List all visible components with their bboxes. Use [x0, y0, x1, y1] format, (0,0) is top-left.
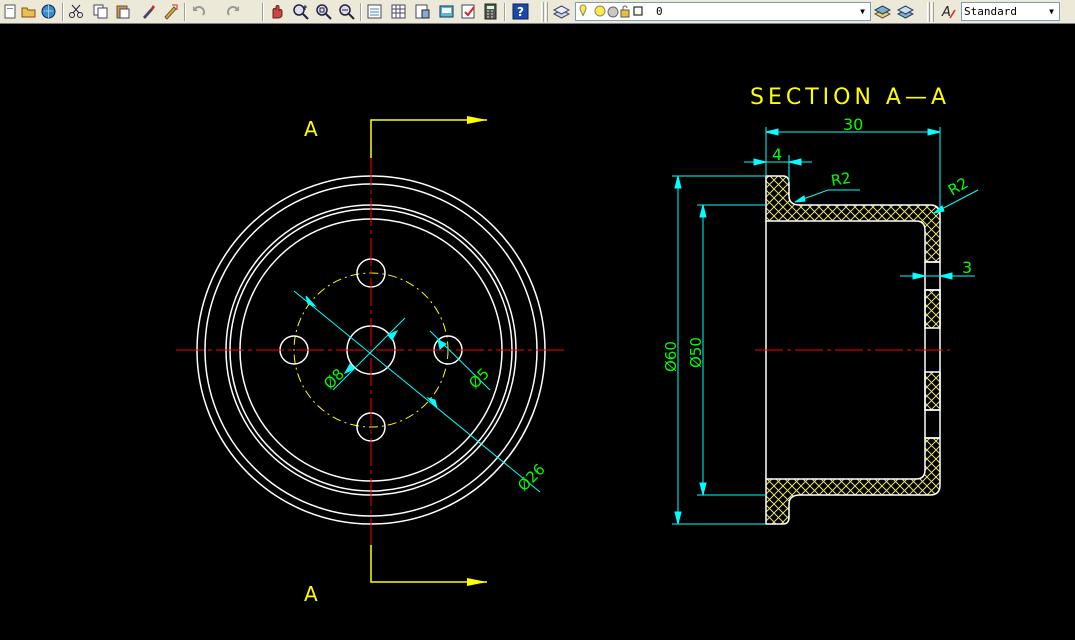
- section-arrow-top: [467, 116, 487, 124]
- dimension-text-dia8: Ø8: [320, 365, 348, 393]
- toolbar-grip[interactable]: [931, 2, 934, 22]
- svg-text:?: ?: [517, 5, 524, 19]
- toolbar-separator: [360, 3, 362, 21]
- toolbar-separator: [262, 3, 264, 21]
- toolbar-grip[interactable]: [541, 2, 544, 22]
- front-view: Ø8 Ø5 Ø26 A A: [176, 116, 566, 606]
- pan-icon[interactable]: [268, 3, 285, 20]
- section-cutting-line: [370, 119, 487, 583]
- help-icon[interactable]: ?: [512, 3, 529, 20]
- dimension-text-len30: 30: [843, 115, 863, 134]
- design-center-icon[interactable]: [390, 3, 407, 20]
- standard-toolbar: ? 0 ▼ A Standard ▼: [0, 0, 1075, 24]
- dimension-text-dia5: Ø5: [465, 364, 493, 392]
- match-properties-icon[interactable]: [140, 3, 157, 20]
- section-label-top: A: [304, 117, 318, 141]
- chevron-down-icon[interactable]: ▼: [855, 3, 870, 20]
- section-hatch-bolt[interactable]: [924, 289, 941, 329]
- save-icon[interactable]: [40, 3, 57, 20]
- toolbar-grip[interactable]: [927, 2, 930, 22]
- cut-icon[interactable]: [68, 3, 85, 20]
- zoom-previous-icon[interactable]: [338, 3, 355, 20]
- section-label-bottom: A: [304, 582, 318, 606]
- layer-state-icons: [579, 4, 643, 18]
- tool-palettes-icon[interactable]: [414, 3, 431, 20]
- section-view: SECTION A—A 30 4 R2 R2 3 Ø60 Ø50: [662, 85, 979, 525]
- dimension-text-len4: 4: [772, 145, 782, 164]
- redo-icon[interactable]: [225, 3, 242, 20]
- section-hatch-bottom[interactable]: [765, 437, 941, 525]
- chevron-down-icon[interactable]: ▼: [1044, 3, 1059, 20]
- quickcalc-icon[interactable]: [482, 3, 499, 20]
- text-style-dropdown[interactable]: Standard ▼: [961, 2, 1060, 21]
- section-title: SECTION A—A: [750, 85, 950, 110]
- sheet-set-icon[interactable]: [438, 3, 455, 20]
- section-arrow-bottom: [467, 578, 487, 586]
- dimension-text-dia50: Ø50: [687, 337, 705, 368]
- qnew-icon[interactable]: [2, 3, 19, 20]
- paste-icon[interactable]: [114, 3, 131, 20]
- layer-dropdown[interactable]: 0 ▼: [575, 2, 871, 21]
- text-style-icon[interactable]: A: [940, 3, 957, 20]
- toolbar-separator: [184, 3, 186, 21]
- zoom-window-icon[interactable]: [315, 3, 332, 20]
- drawing-canvas[interactable]: Ø8 Ø5 Ø26 A A SECTION A—A 30 4 R2 R2 3 Ø…: [0, 24, 1075, 640]
- section-hatch-bolt[interactable]: [924, 371, 941, 411]
- copy-icon[interactable]: [92, 3, 109, 20]
- open-icon[interactable]: [20, 3, 37, 20]
- svg-text:A: A: [941, 5, 951, 20]
- layer-manager-icon[interactable]: [552, 3, 571, 20]
- dimension-text-len3: 3: [962, 258, 972, 277]
- properties-icon[interactable]: [366, 3, 383, 20]
- toolbar-separator: [504, 3, 506, 21]
- dimension-len30: [765, 127, 941, 210]
- toolbar-separator: [62, 3, 64, 21]
- layer-previous-icon[interactable]: [873, 3, 892, 20]
- section-hatch-top[interactable]: [765, 175, 941, 263]
- zoom-realtime-icon[interactable]: [292, 3, 309, 20]
- markup-icon[interactable]: [460, 3, 477, 20]
- dimension-r2-inner: [794, 189, 860, 203]
- toolbar-grip[interactable]: [545, 2, 548, 22]
- dimension-text-dia26: Ø26: [514, 460, 549, 495]
- dimension-text-r2-inner: R2: [830, 169, 853, 190]
- block-editor-icon[interactable]: [162, 3, 179, 20]
- layer-name: 0: [656, 5, 663, 18]
- layer-state-icon[interactable]: [896, 3, 915, 20]
- dimension-text-dia60: Ø60: [662, 341, 680, 372]
- undo-icon[interactable]: [190, 3, 207, 20]
- text-style-name: Standard: [964, 5, 1017, 18]
